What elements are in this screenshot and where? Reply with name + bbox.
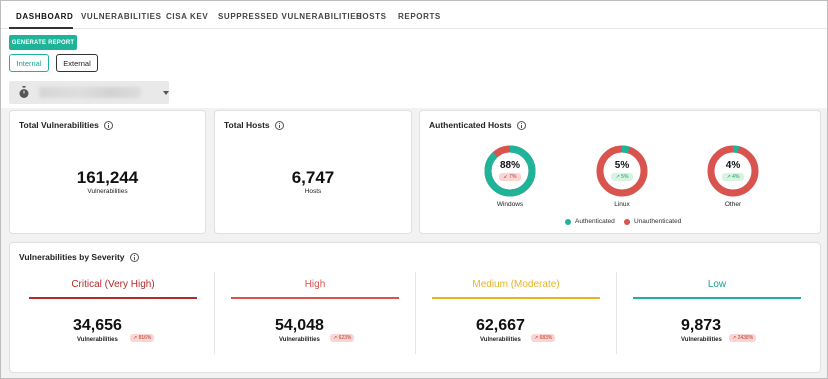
severity-label: Vulnerabilities — [77, 337, 118, 343]
tab-hosts[interactable]: HOSTS — [356, 12, 387, 21]
top-tab-bar: DASHBOARD VULNERABILITIES CISA KEV SUPPR… — [1, 1, 827, 29]
severity-rule — [231, 297, 399, 299]
legend-authenticated[interactable]: Authenticated — [565, 218, 615, 225]
severity-rule — [29, 297, 197, 299]
total-vulnerabilities-value: 161,244 — [76, 168, 139, 187]
info-icon[interactable] — [103, 120, 113, 130]
donut-unauthenticated-arc — [596, 145, 648, 197]
toolbar: GENERATE REPORT Internal External — [1, 29, 827, 108]
column-divider — [616, 272, 617, 354]
other-label: Other — [724, 201, 742, 208]
card-title: Total Hosts — [224, 120, 270, 130]
severity-change-badge: ↗ 683% — [531, 334, 556, 342]
tab-suppressed-vulnerabilities[interactable]: SUPPRESSED VULNERABILITIES — [218, 12, 362, 21]
external-toggle[interactable]: External — [56, 54, 98, 72]
other-percent: 4% — [725, 160, 741, 171]
windows-label: Windows — [496, 201, 524, 208]
severity-change-badge: ↗ 2438% — [729, 334, 757, 342]
severity-label: Vulnerabilities — [681, 337, 722, 343]
other-donut[interactable] — [706, 144, 760, 198]
redacted-selection-value — [39, 87, 141, 98]
legend-unauthenticated[interactable]: Unauthenticated — [624, 218, 681, 225]
severity-title: Medium (Moderate) — [472, 279, 560, 290]
donut-authenticated-arc — [484, 145, 536, 197]
card-title: Total Vulnerabilities — [19, 120, 99, 130]
severity-change-badge: ↗ 623% — [330, 334, 355, 342]
total-vulnerabilities-card: Total Vulnerabilities 161,244 Vulnerabil… — [9, 110, 206, 234]
severity-rule — [633, 297, 801, 299]
severity-label: Vulnerabilities — [480, 337, 521, 343]
column-divider — [214, 272, 215, 354]
generate-report-button[interactable]: GENERATE REPORT — [9, 35, 77, 50]
stopwatch-icon — [19, 86, 29, 98]
info-icon[interactable] — [516, 120, 526, 130]
linux-donut[interactable] — [595, 144, 649, 198]
severity-title: Low — [707, 279, 727, 290]
windows-percent: 88% — [499, 160, 520, 171]
windows-change-badge: ↙ 7% — [499, 173, 521, 181]
tab-dashboard[interactable]: DASHBOARD — [16, 12, 73, 21]
legend-label: Unauthenticated — [634, 218, 682, 225]
info-icon[interactable] — [129, 252, 139, 262]
authenticated-hosts-card: Authenticated Hosts 88% ↙ 7% Windows 5% … — [419, 110, 821, 234]
other-change-badge: ↗ 4% — [722, 173, 744, 181]
windows-donut[interactable] — [483, 144, 537, 198]
card-title: Vulnerabilities by Severity — [19, 252, 125, 262]
total-vulnerabilities-label: Vulnerabilities — [87, 188, 128, 195]
card-title: Authenticated Hosts — [429, 120, 512, 130]
severity-label: Vulnerabilities — [279, 337, 320, 343]
severity-value: 9,873 — [681, 317, 722, 334]
scope-select[interactable] — [9, 81, 169, 104]
tab-vulnerabilities[interactable]: VULNERABILITIES — [81, 12, 162, 21]
tab-cisa-kev[interactable]: CISA KEV — [166, 12, 208, 21]
severity-rule — [432, 297, 600, 299]
total-hosts-card: Total Hosts 6,747 Hosts — [214, 110, 412, 234]
info-icon[interactable] — [274, 120, 284, 130]
severity-value: 54,048 — [275, 317, 324, 334]
severity-change-badge: ↗ 816% — [130, 334, 155, 342]
tab-reports[interactable]: REPORTS — [398, 12, 441, 21]
internal-toggle[interactable]: Internal — [9, 54, 49, 72]
severity-value: 62,667 — [476, 317, 525, 334]
total-hosts-label: Hosts — [304, 188, 322, 195]
donut-unauthenticated-arc — [707, 145, 759, 197]
severity-title: High — [304, 279, 326, 290]
linux-label: Linux — [614, 201, 630, 208]
severity-title: Critical (Very High) — [71, 279, 155, 290]
legend-dot-unauthenticated — [624, 218, 630, 225]
total-hosts-value: 6,747 — [291, 168, 335, 187]
severity-value: 34,656 — [73, 317, 122, 334]
column-divider — [415, 272, 416, 354]
chevron-down-icon[interactable] — [163, 91, 169, 95]
linux-percent: 5% — [614, 160, 630, 171]
legend-dot-authenticated — [565, 218, 571, 225]
linux-change-badge: ↗ 5% — [611, 173, 633, 181]
legend-label: Authenticated — [575, 218, 615, 225]
